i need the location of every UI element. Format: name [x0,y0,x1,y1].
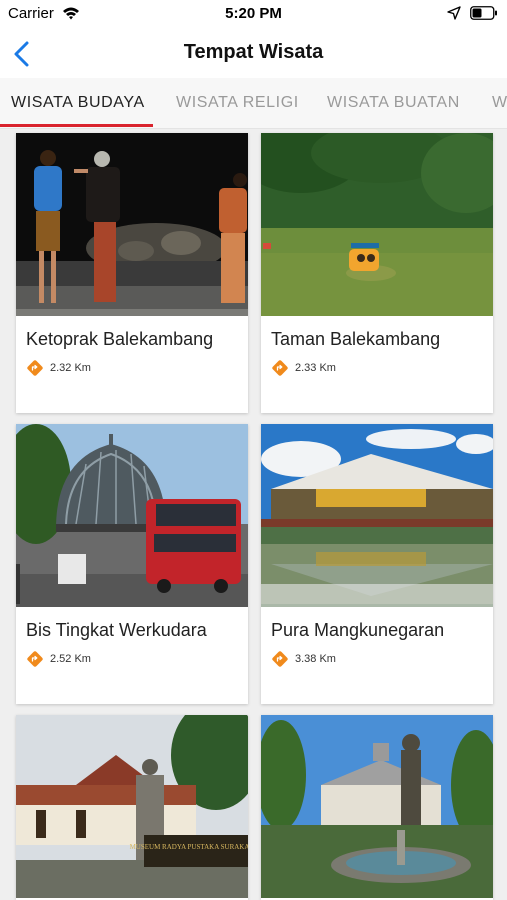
place-photo [261,424,493,607]
place-name: Pura Mangkunegaran [271,620,445,640]
navigation-bar: Tempat Wisata [0,28,507,78]
distance-value: 2.32 Km [50,362,91,374]
place-card[interactable]: Pura Mangkunegaran 3.38 Km [261,424,493,704]
tab-wisata-religi[interactable]: WISATA RELIGI [176,94,299,112]
place-photo [261,133,493,316]
page-title: Tempat Wisata [183,41,324,63]
category-tabs: WISATA BUDAYA WISATA RELIGI WISATA BUATA… [0,78,507,129]
direction-pin-icon [27,360,43,376]
distance-value: 2.33 Km [295,362,336,374]
active-tab-indicator [0,124,153,127]
clock: 5:20 PM [225,5,282,22]
places-grid[interactable]: Ketoprak Balekambang 2.32 Km Taman Balek… [0,128,507,900]
status-bar: Carrier 5:20 PM [0,0,507,28]
direction-pin-icon [272,651,288,667]
location-arrow-icon [447,6,461,20]
place-name: Ketoprak Balekambang [26,329,214,349]
battery-icon [470,6,497,20]
tab-next-truncated[interactable]: W [492,94,507,112]
tab-wisata-budaya[interactable]: WISATA BUDAYA [11,94,145,112]
museum-sign: MUSEUM RADYA PUSTAKA SURAKARTA [130,843,248,851]
place-photo [261,715,493,898]
place-card[interactable]: Ketoprak Balekambang 2.32 Km [16,133,248,413]
tab-wisata-buatan[interactable]: WISATA BUATAN [327,94,460,112]
place-photo: MUSEUM RADYA PUSTAKA SURAKARTA [16,715,248,898]
place-card[interactable]: Bis Tingkat Werkudara 2.52 Km [16,424,248,704]
place-name: Taman Balekambang [271,329,441,349]
direction-pin-icon [272,360,288,376]
distance-value: 3.38 Km [295,653,336,665]
direction-pin-icon [27,651,43,667]
place-card[interactable]: MUSEUM RADYA PUSTAKA SURAKARTA [16,715,248,900]
place-photo [16,133,248,316]
place-card[interactable] [261,715,493,900]
place-photo [16,424,248,607]
place-card[interactable]: Taman Balekambang 2.33 Km [261,133,493,413]
place-name: Bis Tingkat Werkudara [26,620,207,640]
distance-value: 2.52 Km [50,653,91,665]
